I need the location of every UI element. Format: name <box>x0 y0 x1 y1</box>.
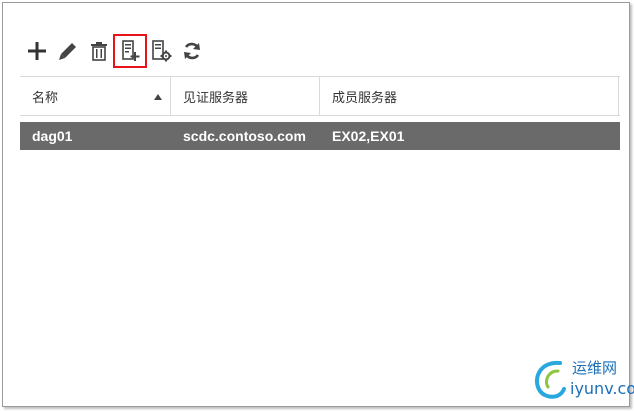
table-row[interactable]: dag01 scdc.contoso.com EX02,EX01 <box>20 122 620 150</box>
add-member-server-button[interactable] <box>113 34 147 68</box>
watermark-logo: 运维网 iyunv.com <box>530 355 634 405</box>
pencil-icon <box>59 43 76 60</box>
table-header: 名称 见证服务器 成员服务器 <box>20 76 620 116</box>
refresh-button[interactable] <box>177 36 207 66</box>
plus-icon <box>28 42 46 60</box>
column-header-label: 见证服务器 <box>183 89 249 105</box>
sort-ascending-icon <box>154 94 162 100</box>
cell-member-servers: EX02,EX01 <box>332 128 405 144</box>
watermark-swirl-icon <box>534 360 566 399</box>
watermark-text-en: iyunv.com <box>570 379 634 398</box>
column-header-name[interactable]: 名称 <box>20 77 171 115</box>
cell-witness-server: scdc.contoso.com <box>183 128 306 144</box>
manage-server-icon <box>152 40 172 62</box>
manage-server-button[interactable] <box>146 36 176 66</box>
delete-button[interactable] <box>84 36 114 66</box>
trash-icon <box>91 42 107 61</box>
add-button[interactable] <box>22 36 52 66</box>
watermark-text-cn: 运维网 <box>572 359 618 377</box>
column-header-label: 名称 <box>32 89 59 105</box>
edit-button[interactable] <box>53 36 83 66</box>
column-header-witness-server[interactable]: 见证服务器 <box>171 77 320 115</box>
column-header-member-servers[interactable]: 成员服务器 <box>320 77 619 115</box>
column-header-label: 成员服务器 <box>332 89 398 105</box>
toolbar <box>22 34 208 68</box>
add-member-server-icon <box>122 40 140 61</box>
cell-name: dag01 <box>32 128 73 144</box>
refresh-icon <box>184 42 200 60</box>
